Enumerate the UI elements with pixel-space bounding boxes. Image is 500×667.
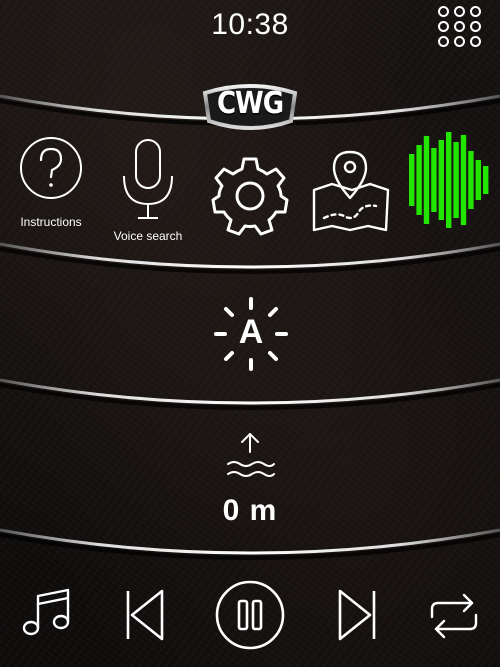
water-level-up-icon: [227, 433, 275, 477]
skip-next-icon[interactable]: [336, 587, 380, 643]
skip-previous-icon[interactable]: [122, 587, 166, 643]
music-note-icon[interactable]: [18, 586, 74, 642]
voice-search-button[interactable]: Voice search: [110, 138, 186, 246]
voice-search-label: Voice search: [113, 229, 183, 243]
brand-logo-text: CWG: [216, 86, 284, 122]
map-button[interactable]: [310, 150, 392, 234]
microphone-icon: [123, 139, 173, 219]
sound-wave-icon: [409, 132, 489, 228]
instructions-label: Instructions: [20, 215, 82, 229]
gear-icon: [211, 157, 289, 236]
settings-button[interactable]: [209, 155, 291, 237]
clock: 10:38: [211, 8, 289, 41]
repeat-icon[interactable]: [426, 591, 482, 641]
pause-circle-icon[interactable]: [214, 579, 286, 651]
instructions-button[interactable]: Instructions: [16, 135, 86, 235]
audio-button[interactable]: [407, 130, 491, 230]
brightness-mode-letter: A: [238, 313, 264, 351]
depth-value: 0 m: [222, 494, 278, 527]
map-pin-icon: [312, 150, 390, 232]
grid-dots-icon[interactable]: [438, 6, 484, 48]
question-circle-icon: [20, 137, 82, 199]
app-screen: 10:38 CWG Instructions Voice search A 0 …: [0, 0, 500, 667]
